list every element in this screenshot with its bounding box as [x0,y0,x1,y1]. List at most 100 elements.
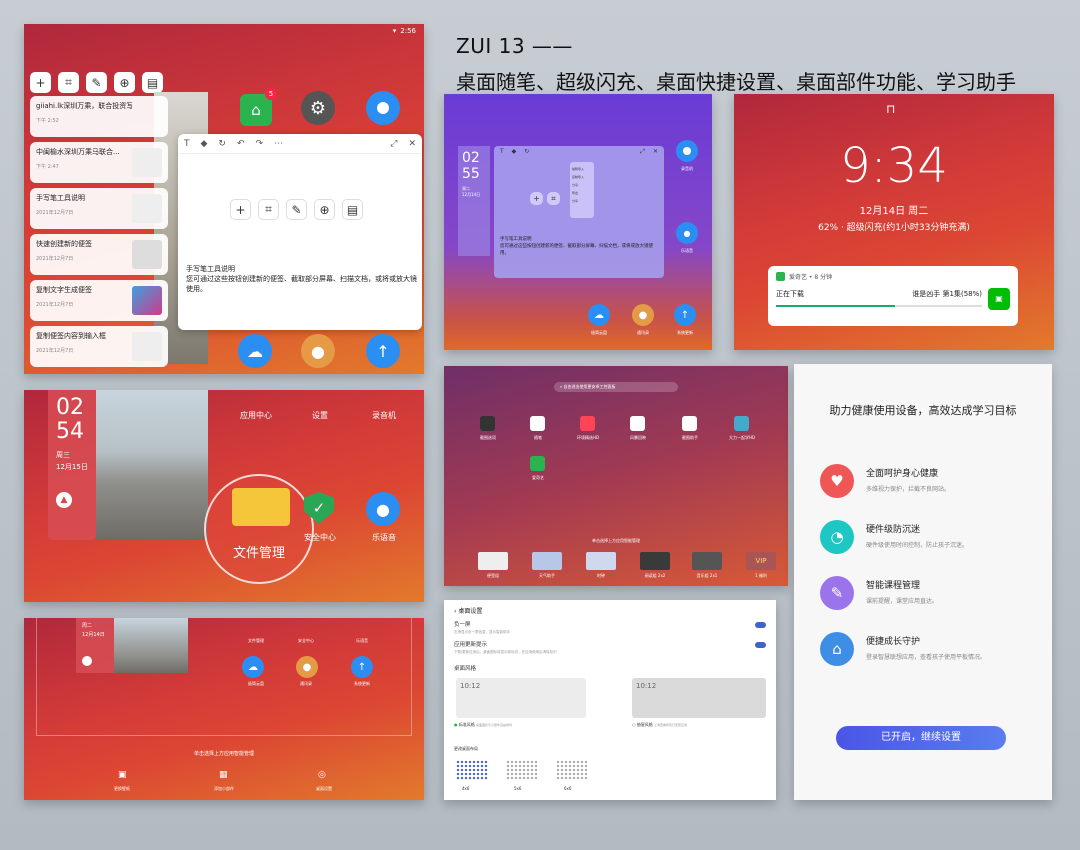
dock-label[interactable]: 极简云盘 [582,330,616,336]
widget-thumb[interactable] [532,552,562,570]
download-notification[interactable]: 爱奇艺 • 8 分钟 正在下载 谁是凶手 第1集(58%) ▣ [768,266,1018,326]
layout-grid[interactable] [506,760,538,780]
app-label[interactable]: 爱奇艺 [520,475,556,481]
purple-note-window[interactable]: T ◆ ↻ ⤢ ✕ 编辑导入 复制导入 分享 导出 分享 + ⌗ 手写笔工具说明 您可通过这些按钮… [494,146,664,278]
app-icon[interactable] [530,416,545,431]
update-icon[interactable]: ↑ [366,334,400,368]
cloud-icon[interactable]: ☁ [238,334,272,368]
lasso-icon[interactable]: ↻ [218,139,226,149]
list-item[interactable]: 手写笔工具说明 2021年12月7日 [30,188,168,229]
drawer-search[interactable]: ⌕ 自由进出使用更安卓工控面板 [554,382,678,392]
record-icon[interactable] [366,91,400,125]
vip-badge[interactable]: VIP [746,552,776,570]
folder-icon[interactable] [232,488,290,526]
widget-label[interactable]: 音乐组 2x1 [688,573,726,579]
style-preview[interactable]: 10:12 [632,678,766,718]
list-item[interactable]: 复制便签内容到输入框 2021年12月7日 [30,326,168,367]
more-icon[interactable]: ⋯ [274,139,283,149]
mic-icon[interactable]: ● [676,222,698,244]
app-icon[interactable] [630,416,645,431]
app-icon[interactable] [580,416,595,431]
wallpaper-icon[interactable]: ▣ [118,770,127,780]
expand-icon[interactable]: ⤢ [390,139,397,149]
app-label[interactable]: 乐语音 [358,532,410,543]
grid-label[interactable]: 4x6 [462,786,469,791]
app-label[interactable]: 应用中心 [230,410,282,421]
mic-icon[interactable]: ● [366,492,400,526]
list-item[interactable]: 复制文字生成便签 2021年12月7日 [30,280,168,321]
action-label[interactable]: 桌面设置 [304,786,344,792]
app-label[interactable]: 乐语音 [670,248,704,254]
contacts-icon[interactable]: ● [301,334,335,368]
eraser-icon[interactable]: ◆ [201,139,208,149]
layout-grid[interactable] [456,760,488,780]
back-header[interactable]: ‹ 桌面设置 [454,606,482,615]
note-window[interactable]: T ◆ ↻ ↶ ↷ ⋯ ⤢ ✕ + ⌗ ✎ ⊕ ▤ 手写笔工具说明 您可通过这些按钮创建新的便… [178,134,422,330]
toggle-switch[interactable] [755,642,766,648]
widget-thumb[interactable] [586,552,616,570]
app-icon[interactable] [682,416,697,431]
app-label[interactable]: 设置 [294,410,346,421]
crop-icon[interactable]: ⌗ [258,199,279,220]
scan-icon[interactable]: ▤ [342,199,363,220]
redo-icon[interactable]: ↷ [256,139,264,149]
close-icon[interactable]: ✕ [653,148,658,156]
contacts-icon[interactable]: ● [632,304,654,326]
dock-label[interactable]: 通讯录 [626,330,660,336]
widget-label[interactable]: 时钟 [582,573,620,579]
add-icon[interactable]: + [30,72,51,93]
app-label[interactable]: 安全中心 [294,532,346,543]
zoom-icon[interactable]: ⊕ [314,199,335,220]
widget-label[interactable]: 便签组 [474,573,512,579]
add-icon[interactable]: + [530,192,543,205]
setting-row[interactable]: 负一屏 右滑显示负一屏信息，显示智能助手 [454,620,510,635]
continue-button[interactable]: 已开启，继续设置 [836,726,1006,750]
app-label[interactable]: 大力一起学HD [722,435,762,441]
close-icon[interactable]: ✕ [408,139,416,149]
app-label-zoomed[interactable]: 文件管理 [206,542,312,561]
radio-option[interactable]: ○ 抽屉风格 上滑查看所有已安装应用 [632,722,687,728]
action-label[interactable]: 更换壁纸 [102,786,142,792]
app-label[interactable]: 截图选项 [470,435,506,441]
text-icon[interactable]: T [184,139,190,149]
gallery-icon[interactable]: ▲ [56,492,72,508]
list-item[interactable]: 快速创建新的便签 2021年12月7日 [30,234,168,275]
widgets-icon[interactable]: ▦ [219,770,228,780]
widget-thumb[interactable] [640,552,670,570]
update-icon[interactable]: ↑ [674,304,696,326]
record-icon[interactable] [676,140,698,162]
app-label[interactable]: 环境精选HD [568,435,608,441]
crop-icon[interactable]: ⌗ [547,192,560,205]
crop-icon[interactable]: ⌗ [58,72,79,93]
app-label[interactable]: 录音机 [358,410,410,421]
list-item[interactable]: 中闽榆水深圳万乘马联合... 下午 2:47 [30,142,168,183]
action-label[interactable]: 添加小部件 [204,786,244,792]
scan-icon[interactable]: ▤ [142,72,163,93]
radio-option[interactable]: ● 标准风格 桌面图标与小部件自由排列 [454,722,512,728]
widget-label[interactable]: 1 福利 [742,573,780,579]
grid-label[interactable]: 6x6 [564,786,571,791]
undo-icon[interactable]: ↶ [237,139,245,149]
widget-thumb[interactable] [478,552,508,570]
dock-label[interactable]: 系统更新 [668,330,702,336]
settings-icon[interactable]: ⚙ [301,91,335,125]
pen-icon[interactable]: ✎ [286,199,307,220]
app-label[interactable]: 随笔 [520,435,556,441]
pen-icon[interactable]: ✎ [86,72,107,93]
app-label[interactable]: 风暴回映 [620,435,656,441]
widget-thumb[interactable] [692,552,722,570]
toggle-switch[interactable] [755,622,766,628]
widget-label[interactable]: 天气助手 [528,573,566,579]
app-icon[interactable] [734,416,749,431]
style-preview[interactable]: 10:12 [456,678,586,718]
widget-label[interactable]: 阅读组 2x2 [636,573,674,579]
app-icon[interactable] [480,416,495,431]
zoom-icon[interactable]: ⊕ [114,72,135,93]
list-item[interactable]: giiahi.lk深圳万乘，联合投资写权有...下午 2:52 [30,96,168,137]
layout-grid[interactable] [556,760,588,780]
grid-label[interactable]: 5x6 [514,786,521,791]
cloud-icon[interactable]: ☁ [588,304,610,326]
setting-row[interactable]: 应用更新提示 下载/更新应用后，桌面图标将显示新标识，在应用使用后消除标识 [454,640,557,655]
desktop-settings-icon[interactable]: ◎ [318,770,326,780]
app-icon[interactable] [530,456,545,471]
